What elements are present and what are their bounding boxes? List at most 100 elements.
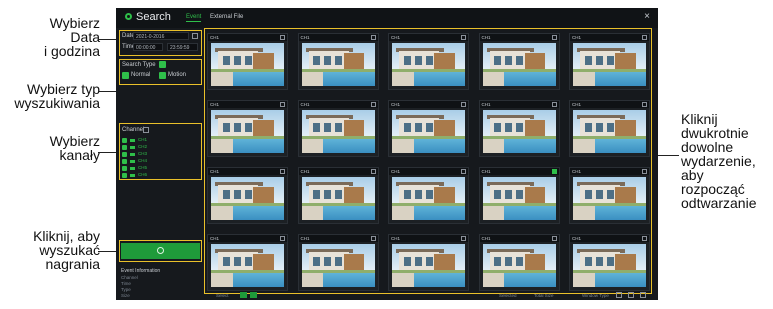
event-thumbnail[interactable]: CH1	[569, 33, 650, 90]
thumbnail-checkbox[interactable]	[461, 35, 466, 40]
thumbnail-image	[392, 110, 465, 153]
thumbnail-checkbox[interactable]	[551, 102, 557, 107]
thumbnail-checkbox[interactable]	[370, 169, 376, 174]
callout-line: kanały	[59, 147, 100, 163]
event-thumbnail[interactable]: CH1	[388, 167, 469, 224]
channel-checkbox[interactable]	[122, 145, 127, 150]
thumbnail-channel: CH1	[572, 35, 582, 40]
thumbnail-checkbox[interactable]	[461, 169, 466, 174]
channel-name: CH5	[138, 165, 148, 170]
search-icon	[125, 13, 132, 20]
thumbnail-image	[392, 177, 465, 220]
save-button[interactable]	[250, 292, 257, 298]
event-thumbnail[interactable]: CH1	[297, 100, 379, 157]
thumbnail-header: CH1	[208, 235, 287, 242]
list-view-icon[interactable]	[640, 292, 646, 298]
thumbnail-channel: CH1	[572, 169, 582, 174]
thumbnail-checkbox[interactable]	[280, 102, 285, 107]
thumbnail-checkbox[interactable]	[461, 102, 466, 107]
thumbnail-channel: CH1	[391, 236, 401, 241]
callout-select-channels: Wybierz kanały	[18, 134, 100, 162]
thumbnail-checkbox[interactable]	[642, 169, 647, 174]
thumbnail-checkbox[interactable]	[551, 236, 557, 241]
camera-icon	[130, 146, 135, 149]
thumbnail-checkbox[interactable]	[370, 102, 376, 107]
channel-checkbox[interactable]	[122, 152, 127, 157]
thumbnail-checkbox[interactable]	[280, 169, 285, 174]
close-icon[interactable]: ×	[644, 11, 650, 22]
thumbnail-checkbox[interactable]	[280, 35, 285, 40]
thumbnail-checkbox[interactable]	[642, 102, 647, 107]
thumbnail-checkbox[interactable]	[551, 169, 557, 174]
thumbnail-header: CH1	[389, 235, 468, 242]
event-thumbnail[interactable]: CH1	[478, 100, 560, 157]
event-thumbnail[interactable]: CH1	[297, 167, 379, 224]
camera-icon	[130, 153, 135, 156]
tab-event[interactable]: Event	[186, 14, 202, 22]
event-thumbnail[interactable]: CH1	[388, 234, 469, 291]
event-thumbnail[interactable]: CH1	[569, 100, 650, 157]
channel-all-checkbox[interactable]	[143, 127, 149, 133]
channel-name: CH1	[138, 137, 148, 142]
channel-name: CH4	[138, 158, 148, 163]
event-thumbnail[interactable]: CH1	[478, 167, 560, 224]
back-button[interactable]	[240, 292, 247, 298]
select-label: Select	[216, 293, 229, 298]
search-type-all-checkbox[interactable]	[159, 61, 166, 68]
thumbnail-checkbox[interactable]	[370, 35, 376, 40]
thumbnail-channel: CH1	[481, 169, 491, 174]
thumbnail-header: CH1	[479, 235, 559, 242]
thumbnail-checkbox[interactable]	[461, 236, 466, 241]
thumbnail-checkbox[interactable]	[551, 35, 557, 40]
callout-double-click-playback: Kliknij dwukrotnie dowolne wydarzenie, a…	[681, 112, 771, 210]
title-bar: Search Event External File ×	[116, 8, 658, 28]
search-button[interactable]	[121, 243, 200, 259]
event-thumbnail[interactable]: CH1	[388, 100, 469, 157]
event-thumbnail[interactable]: CH1	[297, 234, 379, 291]
thumbnail-checkbox[interactable]	[642, 35, 647, 40]
thumbnail-channel: CH1	[481, 35, 491, 40]
channel-checkbox[interactable]	[122, 159, 127, 164]
calendar-icon[interactable]	[192, 33, 198, 39]
info-time-label: Time	[121, 281, 131, 286]
thumbnail-channel: CH1	[210, 102, 220, 107]
event-thumbnail[interactable]: CH1	[569, 234, 650, 291]
thumbnail-checkbox[interactable]	[280, 236, 285, 241]
thumbnail-header: CH1	[208, 101, 287, 108]
callout-line: Wybierz	[49, 15, 100, 31]
date-field[interactable]: 2021-0-2016	[133, 32, 189, 40]
thumbnail-image	[392, 43, 465, 86]
motion-checkbox[interactable]	[159, 72, 166, 79]
event-thumbnail[interactable]: CH1	[478, 234, 560, 291]
event-thumbnail[interactable]: CH1	[207, 33, 288, 90]
tab-external-file[interactable]: External File	[210, 14, 243, 20]
event-thumbnail[interactable]: CH1	[207, 234, 288, 291]
layout-1-icon[interactable]	[616, 292, 622, 298]
normal-checkbox[interactable]	[122, 72, 129, 79]
channel-checkbox[interactable]	[122, 138, 127, 143]
search-window: Search Event External File × Date 2021-0…	[116, 8, 658, 300]
thumbnail-image	[301, 110, 375, 153]
event-thumbnail[interactable]: CH1	[478, 33, 560, 90]
event-info-label: Event Information	[121, 268, 161, 274]
event-thumbnail[interactable]: CH1	[297, 33, 379, 90]
thumbnail-channel: CH1	[210, 236, 220, 241]
event-thumbnail[interactable]: CH1	[388, 33, 469, 90]
event-thumbnail[interactable]: CH1	[207, 167, 288, 224]
results-grid: CH1 CH1 CH1 CH1 CH1 CH1 CH1 CH1 CH1 CH1 CH1 CH1 CH1 C…	[207, 33, 650, 293]
event-thumbnail[interactable]: CH1	[569, 167, 650, 224]
callout-select-search-type: Wybierz typ wyszukiwania	[4, 82, 100, 110]
channel-checkbox[interactable]	[122, 166, 127, 171]
thumbnail-channel: CH1	[300, 169, 310, 174]
time-to-field[interactable]: 23:59:59	[167, 43, 198, 51]
thumbnail-channel: CH1	[391, 169, 401, 174]
thumbnail-image	[301, 244, 375, 287]
thumbnail-header: CH1	[479, 34, 559, 41]
thumbnail-checkbox[interactable]	[370, 236, 376, 241]
callout-line: odtwarzanie	[681, 195, 757, 211]
thumbnail-checkbox[interactable]	[642, 236, 647, 241]
channel-checkbox[interactable]	[122, 173, 127, 178]
layout-4-icon[interactable]	[628, 292, 634, 298]
time-from-field[interactable]: 00:00:00	[133, 43, 163, 51]
event-thumbnail[interactable]: CH1	[207, 100, 288, 157]
